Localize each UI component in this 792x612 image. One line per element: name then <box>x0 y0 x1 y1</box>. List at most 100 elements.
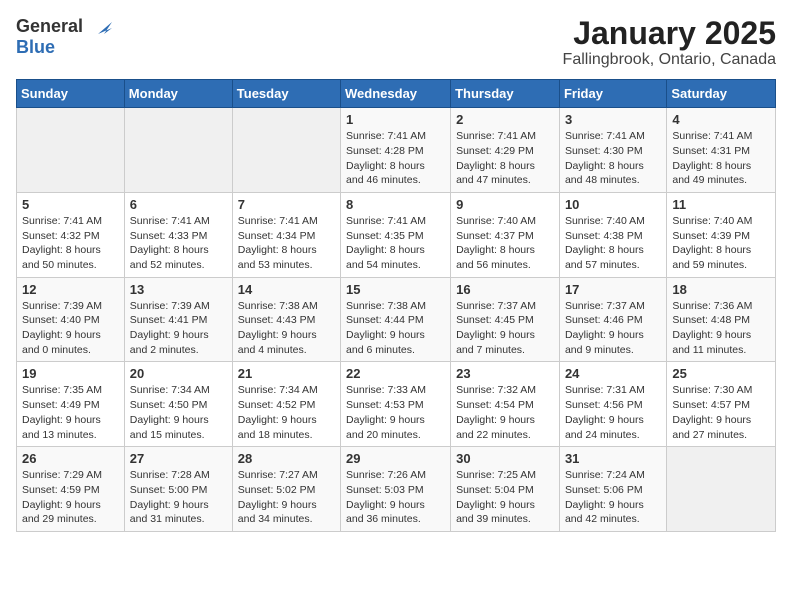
day-info: Sunrise: 7:37 AM Sunset: 4:45 PM Dayligh… <box>456 299 554 358</box>
logo-bird-icon <box>90 20 112 36</box>
day-cell: 15 Sunrise: 7:38 AM Sunset: 4:44 PM Dayli… <box>341 277 451 362</box>
header-cell-saturday: Saturday <box>667 80 776 108</box>
day-cell: 10Sunrise: 7:40 AM Sunset: 4:38 PM Dayli… <box>559 192 666 277</box>
day-cell <box>17 108 125 193</box>
day-cell: 3 Sunrise: 7:41 AM Sunset: 4:30 PM Daylig… <box>559 108 666 193</box>
day-info: Sunrise: 7:38 AM Sunset: 4:43 PM Dayligh… <box>238 299 335 358</box>
day-info: Sunrise: 7:37 AM Sunset: 4:46 PM Dayligh… <box>565 299 661 358</box>
day-number: 30 <box>456 451 554 466</box>
day-cell: 19 Sunrise: 7:35 AM Sunset: 4:49 PM Dayli… <box>17 362 125 447</box>
day-number: 14 <box>238 282 335 297</box>
header-cell-thursday: Thursday <box>451 80 560 108</box>
day-number: 1 <box>346 112 445 127</box>
day-cell: 16 Sunrise: 7:37 AM Sunset: 4:45 PM Dayli… <box>451 277 560 362</box>
header-cell-friday: Friday <box>559 80 666 108</box>
day-cell: 6 Sunrise: 7:41 AM Sunset: 4:33 PM Daylig… <box>124 192 232 277</box>
day-cell: 1 Sunrise: 7:41 AM Sunset: 4:28 PM Daylig… <box>341 108 451 193</box>
page-header: General Blue January 2025 Fallingbrook, … <box>16 16 776 69</box>
day-info: Sunrise: 7:30 AM Sunset: 4:57 PM Dayligh… <box>672 383 770 442</box>
day-cell: 26Sunrise: 7:29 AM Sunset: 4:59 PM Dayli… <box>17 447 125 532</box>
day-cell: 28 Sunrise: 7:27 AM Sunset: 5:02 PM Dayli… <box>232 447 340 532</box>
day-cell: 20 Sunrise: 7:34 AM Sunset: 4:50 PM Dayli… <box>124 362 232 447</box>
day-info: Sunrise: 7:41 AM Sunset: 4:31 PM Dayligh… <box>672 129 770 188</box>
day-number: 22 <box>346 366 445 381</box>
day-number: 17 <box>565 282 661 297</box>
day-number: 4 <box>672 112 770 127</box>
day-cell: 12 Sunrise: 7:39 AM Sunset: 4:40 PM Dayli… <box>17 277 125 362</box>
header-cell-wednesday: Wednesday <box>341 80 451 108</box>
day-number: 21 <box>238 366 335 381</box>
day-info: Sunrise: 7:38 AM Sunset: 4:44 PM Dayligh… <box>346 299 445 358</box>
day-info: Sunrise: 7:36 AM Sunset: 4:48 PM Dayligh… <box>672 299 770 358</box>
header-cell-sunday: Sunday <box>17 80 125 108</box>
week-row-4: 19 Sunrise: 7:35 AM Sunset: 4:49 PM Dayli… <box>17 362 776 447</box>
day-number: 29 <box>346 451 445 466</box>
day-number: 7 <box>238 197 335 212</box>
day-info: Sunrise: 7:35 AM Sunset: 4:49 PM Dayligh… <box>22 383 119 442</box>
day-info: Sunrise: 7:41 AM Sunset: 4:33 PM Dayligh… <box>130 214 227 273</box>
day-number: 8 <box>346 197 445 212</box>
header-cell-tuesday: Tuesday <box>232 80 340 108</box>
day-info: Sunrise: 7:41 AM Sunset: 4:32 PM Dayligh… <box>22 214 119 273</box>
day-info: Sunrise: 7:39 AM Sunset: 4:41 PM Dayligh… <box>130 299 227 358</box>
day-number: 26 <box>22 451 119 466</box>
day-info: Sunrise: 7:41 AM Sunset: 4:28 PM Dayligh… <box>346 129 445 188</box>
day-number: 11 <box>672 197 770 212</box>
header-cell-monday: Monday <box>124 80 232 108</box>
day-cell: 11 Sunrise: 7:40 AM Sunset: 4:39 PM Dayli… <box>667 192 776 277</box>
day-cell: 8Sunrise: 7:41 AM Sunset: 4:35 PM Daylig… <box>341 192 451 277</box>
day-cell: 27 Sunrise: 7:28 AM Sunset: 5:00 PM Dayli… <box>124 447 232 532</box>
day-number: 12 <box>22 282 119 297</box>
day-cell: 22 Sunrise: 7:33 AM Sunset: 4:53 PM Dayli… <box>341 362 451 447</box>
day-number: 31 <box>565 451 661 466</box>
day-number: 19 <box>22 366 119 381</box>
day-cell: 4 Sunrise: 7:41 AM Sunset: 4:31 PM Daylig… <box>667 108 776 193</box>
day-info: Sunrise: 7:41 AM Sunset: 4:30 PM Dayligh… <box>565 129 661 188</box>
day-info: Sunrise: 7:28 AM Sunset: 5:00 PM Dayligh… <box>130 468 227 527</box>
day-info: Sunrise: 7:34 AM Sunset: 4:52 PM Dayligh… <box>238 383 335 442</box>
day-cell: 2Sunrise: 7:41 AM Sunset: 4:29 PM Daylig… <box>451 108 560 193</box>
calendar-table: SundayMondayTuesdayWednesdayThursdayFrid… <box>16 79 776 532</box>
day-cell: 18 Sunrise: 7:36 AM Sunset: 4:48 PM Dayli… <box>667 277 776 362</box>
logo-text: General <box>16 16 112 37</box>
day-number: 6 <box>130 197 227 212</box>
day-info: Sunrise: 7:40 AM Sunset: 4:38 PM Dayligh… <box>565 214 661 273</box>
day-number: 5 <box>22 197 119 212</box>
day-number: 3 <box>565 112 661 127</box>
day-cell <box>124 108 232 193</box>
day-info: Sunrise: 7:33 AM Sunset: 4:53 PM Dayligh… <box>346 383 445 442</box>
day-cell <box>667 447 776 532</box>
day-info: Sunrise: 7:40 AM Sunset: 4:39 PM Dayligh… <box>672 214 770 273</box>
day-cell: 14 Sunrise: 7:38 AM Sunset: 4:43 PM Dayli… <box>232 277 340 362</box>
week-row-2: 5 Sunrise: 7:41 AM Sunset: 4:32 PM Daylig… <box>17 192 776 277</box>
day-cell: 7Sunrise: 7:41 AM Sunset: 4:34 PM Daylig… <box>232 192 340 277</box>
day-info: Sunrise: 7:39 AM Sunset: 4:40 PM Dayligh… <box>22 299 119 358</box>
day-cell: 9Sunrise: 7:40 AM Sunset: 4:37 PM Daylig… <box>451 192 560 277</box>
day-number: 25 <box>672 366 770 381</box>
day-info: Sunrise: 7:41 AM Sunset: 4:29 PM Dayligh… <box>456 129 554 188</box>
day-cell: 21 Sunrise: 7:34 AM Sunset: 4:52 PM Dayli… <box>232 362 340 447</box>
day-info: Sunrise: 7:26 AM Sunset: 5:03 PM Dayligh… <box>346 468 445 527</box>
logo-general: General <box>16 16 83 36</box>
day-number: 28 <box>238 451 335 466</box>
day-cell: 31Sunrise: 7:24 AM Sunset: 5:06 PM Dayli… <box>559 447 666 532</box>
day-info: Sunrise: 7:31 AM Sunset: 4:56 PM Dayligh… <box>565 383 661 442</box>
day-cell: 23Sunrise: 7:32 AM Sunset: 4:54 PM Dayli… <box>451 362 560 447</box>
day-number: 27 <box>130 451 227 466</box>
day-number: 20 <box>130 366 227 381</box>
day-cell: 25 Sunrise: 7:30 AM Sunset: 4:57 PM Dayli… <box>667 362 776 447</box>
logo: General Blue <box>16 16 112 58</box>
day-info: Sunrise: 7:25 AM Sunset: 5:04 PM Dayligh… <box>456 468 554 527</box>
day-number: 18 <box>672 282 770 297</box>
day-number: 15 <box>346 282 445 297</box>
day-info: Sunrise: 7:34 AM Sunset: 4:50 PM Dayligh… <box>130 383 227 442</box>
day-cell: 5 Sunrise: 7:41 AM Sunset: 4:32 PM Daylig… <box>17 192 125 277</box>
day-cell: 13Sunrise: 7:39 AM Sunset: 4:41 PM Dayli… <box>124 277 232 362</box>
day-info: Sunrise: 7:32 AM Sunset: 4:54 PM Dayligh… <box>456 383 554 442</box>
page-title: January 2025 <box>563 16 776 51</box>
day-number: 9 <box>456 197 554 212</box>
day-number: 16 <box>456 282 554 297</box>
calendar-body: 1 Sunrise: 7:41 AM Sunset: 4:28 PM Daylig… <box>17 108 776 532</box>
day-cell: 17 Sunrise: 7:37 AM Sunset: 4:46 PM Dayli… <box>559 277 666 362</box>
day-info: Sunrise: 7:27 AM Sunset: 5:02 PM Dayligh… <box>238 468 335 527</box>
